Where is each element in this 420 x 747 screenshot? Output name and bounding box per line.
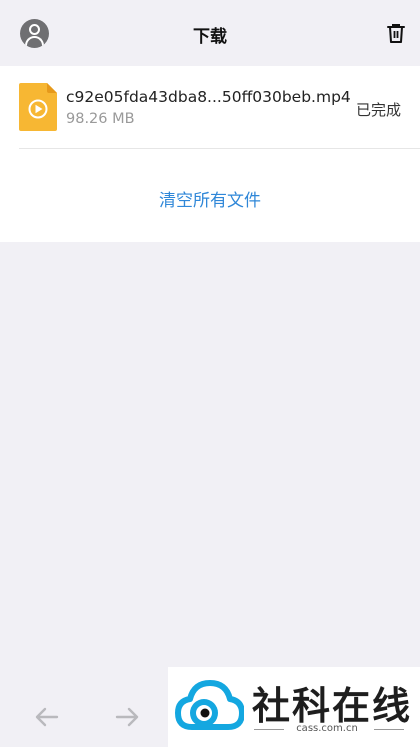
downloads-card: c92e05fda43dba8...50ff030beb.mp4 98.26 M… bbox=[0, 66, 420, 242]
arrow-right-icon[interactable] bbox=[112, 702, 142, 732]
page-title: 下载 bbox=[193, 27, 227, 47]
bottom-navigation bbox=[0, 690, 170, 747]
file-name: c92e05fda43dba8...50ff030beb.mp4 bbox=[66, 88, 351, 106]
arrow-left-icon[interactable] bbox=[32, 702, 62, 732]
video-file-icon bbox=[19, 83, 57, 131]
download-item[interactable]: c92e05fda43dba8...50ff030beb.mp4 98.26 M… bbox=[0, 66, 420, 148]
watermark-text: 社科在线 bbox=[252, 684, 413, 728]
download-status: 已完成 bbox=[355, 101, 401, 119]
trash-icon[interactable] bbox=[385, 22, 407, 44]
divider bbox=[19, 148, 420, 149]
file-size: 98.26 MB bbox=[66, 111, 135, 127]
top-bar: 下载 bbox=[0, 0, 420, 66]
watermark: 社科在线 cass.com.cn bbox=[168, 667, 420, 747]
clear-all-files-button[interactable]: 清空所有文件 bbox=[0, 186, 420, 211]
cloud-logo-icon bbox=[175, 680, 244, 730]
